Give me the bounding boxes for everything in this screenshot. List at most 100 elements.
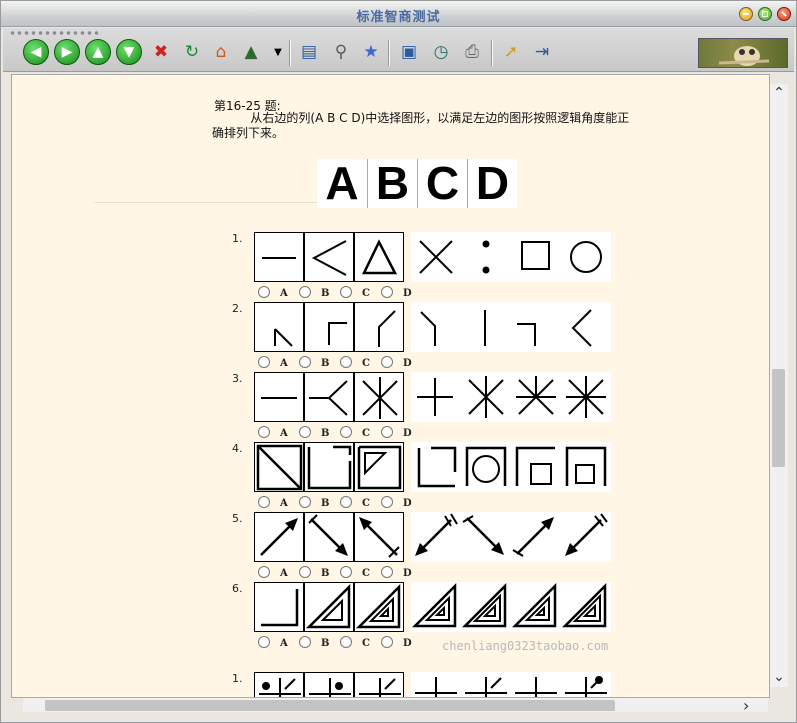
window-title: 标准智商测试 bbox=[356, 10, 441, 25]
option-radio-c[interactable] bbox=[340, 636, 352, 648]
option-radio-a[interactable] bbox=[258, 636, 270, 648]
option-radio-c[interactable] bbox=[340, 566, 352, 578]
option-figure bbox=[411, 512, 461, 562]
option-figure bbox=[561, 672, 611, 697]
question-number: 1. bbox=[232, 672, 243, 685]
option-label: A bbox=[280, 638, 288, 649]
question-figure bbox=[254, 442, 304, 492]
option-figure bbox=[411, 442, 461, 492]
vertical-scroll-thumb[interactable] bbox=[772, 369, 785, 467]
scroll-down-icon[interactable]: ⌄ bbox=[770, 668, 788, 686]
option-figure bbox=[461, 672, 511, 697]
option-radio-a[interactable] bbox=[258, 286, 270, 298]
option-radio-b[interactable] bbox=[299, 566, 311, 578]
header-letter-a: A bbox=[317, 159, 367, 208]
option-figure bbox=[461, 582, 511, 632]
up-button[interactable]: ▲ bbox=[85, 39, 111, 65]
back-button[interactable]: ◀ bbox=[23, 39, 49, 65]
quiz-instruction: 从右边的列(A B C D)中选择图形，以满足左边的图形按照逻辑角度能正确排列下… bbox=[212, 111, 630, 140]
sidebar-button[interactable]: ▤ bbox=[296, 39, 322, 65]
option-label: C bbox=[362, 428, 370, 439]
option-figure bbox=[561, 442, 611, 492]
cursor-button[interactable]: ➚ bbox=[498, 39, 524, 65]
question-figure bbox=[304, 672, 354, 697]
option-label: C bbox=[362, 498, 370, 509]
toolbar-grip[interactable] bbox=[9, 30, 101, 36]
print-button[interactable]: ⎙ bbox=[459, 39, 485, 65]
horizontal-scroll-thumb[interactable] bbox=[45, 700, 615, 711]
refresh-button[interactable]: ↻ bbox=[179, 39, 205, 65]
option-radio-b[interactable] bbox=[299, 426, 311, 438]
option-radio-c[interactable] bbox=[340, 426, 352, 438]
question-figure bbox=[354, 442, 404, 492]
option-radio-b[interactable] bbox=[299, 496, 311, 508]
option-figure bbox=[411, 232, 461, 282]
exit-button[interactable]: ⇥ bbox=[529, 39, 555, 65]
option-figure bbox=[511, 302, 561, 352]
option-radio-c[interactable] bbox=[340, 356, 352, 368]
option-figure bbox=[561, 232, 611, 282]
favorites-button[interactable]: ★ bbox=[358, 39, 384, 65]
close-button[interactable] bbox=[777, 7, 791, 21]
option-label: B bbox=[321, 428, 330, 439]
option-radio-d[interactable] bbox=[381, 356, 393, 368]
home-button[interactable]: ⌂ bbox=[208, 39, 234, 65]
option-figure bbox=[461, 372, 511, 422]
app-window: 标准智商测试 ◀ ▶ ▲ ▼ ✖ ↻ ⌂ ▲ ▼ ▤ ⚲ ★ ▣ ◷ ⎙ ➚ ⇥ bbox=[0, 0, 797, 723]
option-radio-d[interactable] bbox=[381, 636, 393, 648]
option-label: C bbox=[362, 638, 370, 649]
option-label: B bbox=[321, 498, 330, 509]
option-radio-c[interactable] bbox=[340, 496, 352, 508]
history-button[interactable]: ◷ bbox=[428, 39, 454, 65]
option-radio-c[interactable] bbox=[340, 286, 352, 298]
question-number: 4. bbox=[232, 442, 243, 455]
vertical-scrollbar[interactable]: ⌃ ⌄ bbox=[770, 84, 788, 687]
option-radio-a[interactable] bbox=[258, 356, 270, 368]
option-label: A bbox=[280, 568, 288, 579]
question-figure bbox=[354, 232, 404, 282]
minimize-button[interactable] bbox=[739, 7, 753, 21]
brand-logo bbox=[698, 38, 788, 68]
stop-icon: ✖ bbox=[153, 42, 169, 62]
question-figure bbox=[304, 372, 354, 422]
tree-icon: ▲ bbox=[244, 42, 258, 62]
search-button[interactable]: ⚲ bbox=[328, 39, 354, 65]
option-radio-d[interactable] bbox=[381, 426, 393, 438]
tree-button[interactable]: ▲ bbox=[238, 39, 264, 65]
horizontal-scrollbar[interactable] bbox=[23, 698, 768, 712]
option-radio-a[interactable] bbox=[258, 426, 270, 438]
option-label: D bbox=[403, 638, 412, 649]
toolbar: ◀ ▶ ▲ ▼ ✖ ↻ ⌂ ▲ ▼ ▤ ⚲ ★ ▣ ◷ ⎙ ➚ ⇥ bbox=[3, 28, 794, 72]
option-radio-b[interactable] bbox=[299, 356, 311, 368]
stop-button[interactable]: ✖ bbox=[148, 39, 174, 65]
cursor-icon: ➚ bbox=[503, 42, 519, 62]
option-label: C bbox=[362, 288, 370, 299]
option-radio-d[interactable] bbox=[381, 496, 393, 508]
option-radio-d[interactable] bbox=[381, 286, 393, 298]
down-button[interactable]: ▼ bbox=[116, 39, 142, 65]
option-radio-b[interactable] bbox=[299, 636, 311, 648]
question-figure bbox=[254, 302, 304, 352]
question-figure bbox=[254, 672, 304, 697]
watermark: chenliang0323taobao.com bbox=[442, 639, 609, 653]
arrow-left-icon: ◀ bbox=[30, 44, 42, 60]
answer-letters-header: A B C D bbox=[317, 159, 517, 208]
option-label: A bbox=[280, 498, 288, 509]
window-button[interactable]: ▣ bbox=[396, 39, 422, 65]
question-number: 5. bbox=[232, 512, 243, 525]
tree-dropdown[interactable]: ▼ bbox=[265, 39, 291, 65]
option-figure bbox=[511, 672, 561, 697]
option-label: A bbox=[280, 428, 288, 439]
scroll-right-icon[interactable]: › bbox=[743, 696, 749, 715]
option-radio-d[interactable] bbox=[381, 566, 393, 578]
home-icon: ⌂ bbox=[215, 42, 227, 62]
maximize-button[interactable] bbox=[758, 7, 772, 21]
scroll-up-icon[interactable]: ⌃ bbox=[770, 84, 788, 102]
option-radio-a[interactable] bbox=[258, 496, 270, 508]
forward-button[interactable]: ▶ bbox=[54, 39, 80, 65]
option-figure bbox=[561, 372, 611, 422]
question-figure bbox=[304, 302, 354, 352]
option-radio-b[interactable] bbox=[299, 286, 311, 298]
option-figure bbox=[561, 302, 611, 352]
option-radio-a[interactable] bbox=[258, 566, 270, 578]
